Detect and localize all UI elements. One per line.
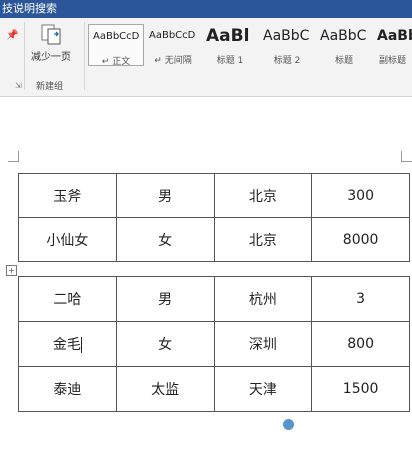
table-cell[interactable]: 300 [311, 173, 410, 218]
group-label: 新建组 [36, 82, 64, 92]
table-cell[interactable]: 北京 [213, 217, 313, 262]
table-cell[interactable]: 女 [115, 321, 215, 367]
table-cell[interactable]: 泰迪 [18, 366, 117, 412]
ribbon-separator [84, 22, 85, 90]
table-cell[interactable]: 男 [115, 276, 215, 322]
table-row: 二哈 男 杭州 3 [18, 276, 410, 322]
reduce-one-page-button[interactable]: 减少一页 [28, 22, 74, 70]
margin-corner-mark [8, 151, 19, 162]
document-area: 玉斧 男 北京 300 小仙女 女 北京 8000 + 二哈 男 杭州 3 金毛 [0, 97, 412, 461]
table-cell[interactable]: 二哈 [18, 276, 117, 322]
document-page[interactable]: 玉斧 男 北京 300 小仙女 女 北京 8000 + 二哈 男 杭州 3 金毛 [0, 97, 412, 461]
table-2: 二哈 男 杭州 3 金毛 女 深圳 800 泰迪 太监 天津 1500 [18, 276, 410, 412]
table-row: 金毛 女 深圳 800 [18, 321, 410, 367]
styles-gallery: AaBbCcD ↵ 正文 AaBbCcD ↵ 无间隔 AaBl 标题 1 AaB… [88, 24, 412, 66]
table-move-handle-icon[interactable]: + [6, 265, 17, 276]
pin-icon[interactable]: 📌 [6, 30, 18, 41]
table-row: 玉斧 男 北京 300 [18, 173, 410, 218]
style-subtitle[interactable]: AaBb 副标题 [373, 24, 412, 66]
table-cell[interactable]: 太监 [115, 366, 215, 412]
text-cursor [80, 337, 82, 353]
reduce-one-page-label: 减少一页 [31, 52, 71, 63]
title-bar: 技说明搜索 [0, 0, 412, 18]
style-name: 标题 1 [216, 56, 244, 66]
table-cell[interactable]: 深圳 [213, 321, 313, 367]
margin-corner-mark [401, 151, 412, 162]
style-name: 标题 2 [273, 56, 301, 66]
table-cell[interactable]: 3 [311, 276, 410, 322]
style-name: 副标题 [378, 56, 406, 66]
table-cell[interactable]: 800 [311, 321, 410, 367]
style-sample: AaBbCcD [149, 30, 196, 41]
table-cell[interactable]: 玉斧 [18, 173, 117, 218]
style-normal[interactable]: AaBbCcD ↵ 正文 [88, 24, 144, 66]
style-name: ↵ 正文 [101, 57, 131, 66]
dialog-launcher-icon[interactable]: ⇲ [15, 81, 22, 90]
style-heading-2[interactable]: AaBbC 标题 2 [259, 24, 315, 66]
table-cell[interactable]: 女 [115, 217, 215, 262]
style-sample: AaBbCcD [93, 31, 140, 42]
style-sample: AaBbC [320, 28, 367, 44]
style-sample: AaBbC [263, 28, 310, 44]
table-cell[interactable]: 北京 [213, 173, 313, 218]
table-cell-editing[interactable]: 金毛 [18, 321, 117, 367]
table-cell[interactable]: 男 [115, 173, 215, 218]
window-title: 技说明搜索 [2, 2, 57, 15]
style-name: 标题 [334, 56, 353, 66]
ribbon-separator [24, 22, 25, 90]
table-cell[interactable]: 天津 [213, 366, 313, 412]
table-row: 泰迪 太监 天津 1500 [18, 366, 410, 412]
table-cell[interactable]: 杭州 [213, 276, 313, 322]
shrink-page-icon [41, 24, 61, 45]
table-cell[interactable]: 1500 [311, 366, 410, 412]
mouse-pointer-indicator [283, 419, 294, 430]
style-sample: AaBl [206, 26, 250, 46]
style-title[interactable]: AaBbC 标题 [316, 24, 372, 66]
style-heading-1[interactable]: AaBl 标题 1 [202, 24, 258, 66]
cell-text: 金毛 [52, 337, 81, 353]
table-cell[interactable]: 小仙女 [18, 217, 117, 262]
table-cell[interactable]: 8000 [311, 217, 410, 262]
style-name: ↵ 无间隔 [154, 56, 192, 66]
style-no-spacing[interactable]: AaBbCcD ↵ 无间隔 [145, 24, 201, 66]
ribbon: 📌 ⇲ 减少一页 新建组 AaBbCcD ↵ 正文 AaBbCcD ↵ 无间隔 … [0, 18, 412, 97]
table-1: 玉斧 男 北京 300 小仙女 女 北京 8000 [18, 173, 410, 262]
style-sample: AaBb [377, 28, 412, 44]
table-row: 小仙女 女 北京 8000 [18, 217, 410, 262]
